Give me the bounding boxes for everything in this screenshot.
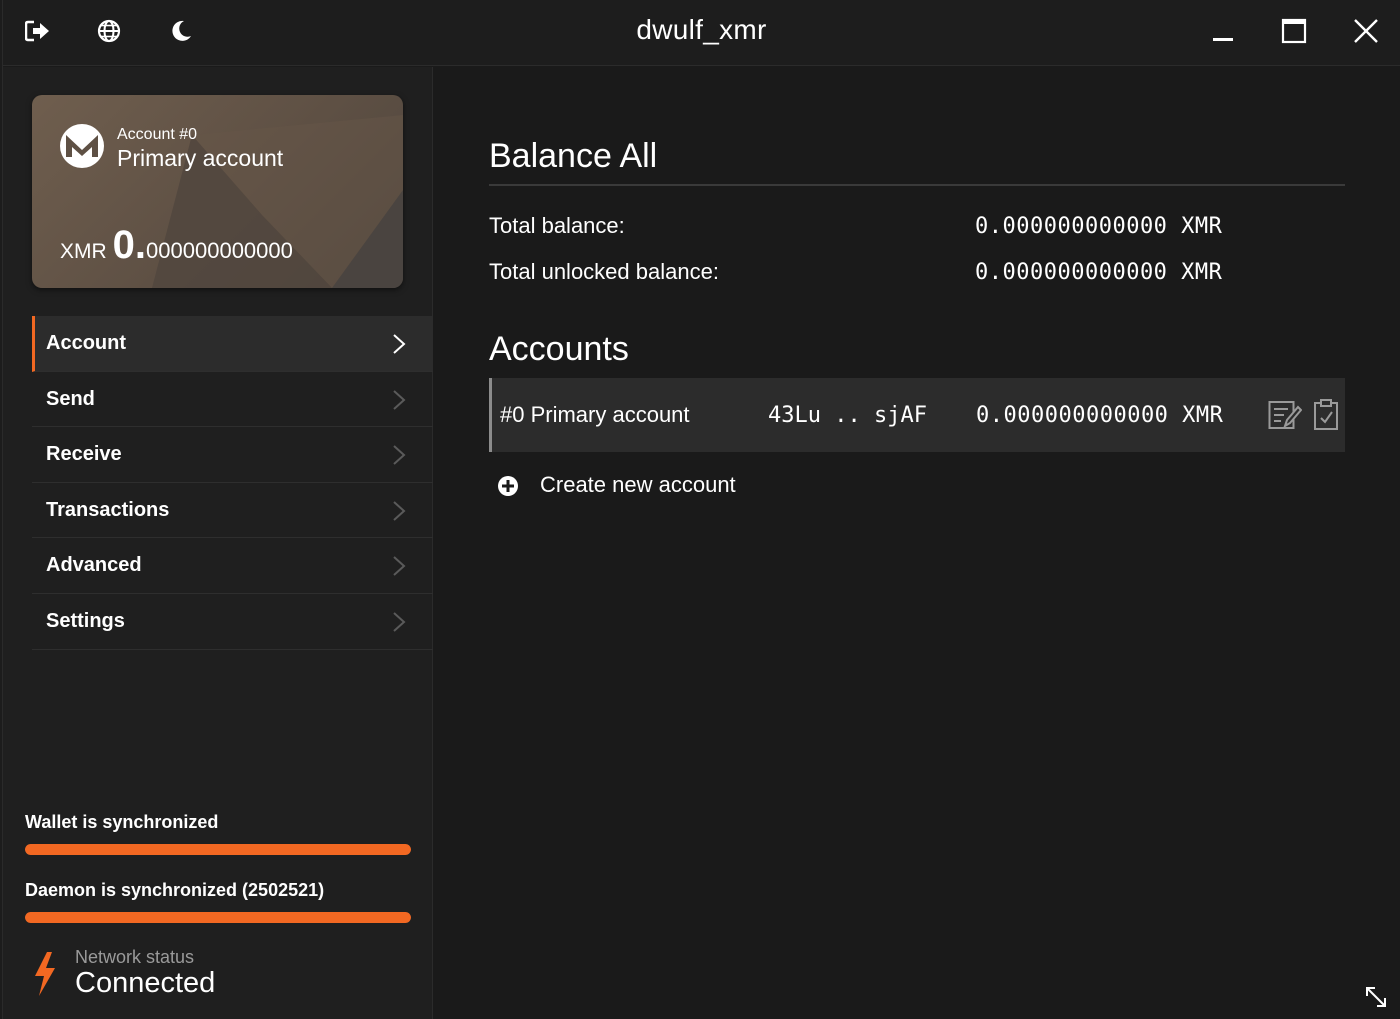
- chevron-right-icon: [393, 334, 406, 354]
- account-row-name: #0 Primary account: [500, 402, 690, 427]
- sidebar-item-settings[interactable]: Settings: [32, 594, 433, 650]
- unlocked-balance-value[interactable]: 0.000000000000 XMR: [975, 260, 1222, 285]
- edit-label-icon[interactable]: [1267, 397, 1303, 433]
- sidebar-item-label: Settings: [46, 609, 125, 632]
- network-status-value: Connected: [75, 967, 216, 999]
- add-circle-icon: [498, 476, 518, 496]
- resize-icon[interactable]: [1364, 985, 1388, 1009]
- account-row-balance: 0.000000000000 XMR: [976, 403, 1224, 428]
- sidebar-item-label: Account: [46, 332, 126, 354]
- sidebar-item-advanced[interactable]: Advanced: [32, 538, 433, 594]
- sidebar-item-transactions[interactable]: Transactions: [32, 483, 433, 539]
- card-balance-integer: 0: [112, 223, 135, 267]
- chevron-right-icon: [393, 445, 406, 465]
- card-account-name: Primary account: [117, 145, 284, 171]
- sidebar-item-account[interactable]: Account: [32, 316, 433, 372]
- chevron-right-icon: [393, 389, 406, 410]
- lightning-icon: [35, 952, 55, 996]
- window-title: dwulf_xmr: [636, 14, 767, 45]
- maximize-icon[interactable]: [1276, 14, 1312, 48]
- card-balance-decimal: 000000000000: [146, 238, 293, 263]
- card-currency: XMR: [60, 240, 107, 263]
- copy-clipboard-icon[interactable]: [1308, 397, 1344, 433]
- minimize-icon[interactable]: [1205, 14, 1241, 48]
- main-content: Balance All Total balance: 0.00000000000…: [435, 67, 1400, 1019]
- wallet-window: dwulf_xmr Account #0 Primary account XMR…: [2, 0, 1400, 1019]
- title-bar: dwulf_xmr: [3, 0, 1400, 66]
- account-row-address: 43Lu .. sjAF: [768, 403, 927, 428]
- sidebar-item-label: Transactions: [46, 498, 170, 521]
- daemon-sync-progress: [25, 912, 411, 923]
- create-account-label: Create new account: [540, 472, 736, 497]
- chevron-right-icon: [393, 556, 406, 577]
- unlocked-balance-label: Total unlocked balance:: [489, 259, 719, 284]
- sidebar-menu: Account Send Receive Transactions Advanc…: [32, 316, 433, 650]
- card-account-number: Account #0: [117, 126, 198, 143]
- wallet-sync-label: Wallet is synchronized: [25, 812, 219, 832]
- balance-divider: [489, 184, 1345, 186]
- sidebar-item-receive[interactable]: Receive: [32, 427, 433, 483]
- daemon-sync-progress-fill: [25, 912, 411, 923]
- chevron-right-icon: [393, 501, 406, 521]
- accounts-heading: Accounts: [489, 330, 629, 368]
- sidebar: Account #0 Primary account XMR 0.00000000…: [3, 67, 433, 1019]
- sidebar-item-label: Advanced: [46, 554, 142, 577]
- daemon-sync-label: Daemon is synchronized (2502521): [25, 880, 325, 900]
- sidebar-item-send[interactable]: Send: [32, 372, 433, 428]
- card-balance: XMR 0.000000000000: [60, 223, 293, 268]
- total-balance-value[interactable]: 0.000000000000 XMR: [975, 214, 1222, 239]
- chevron-right-icon: [393, 612, 406, 632]
- account-card[interactable]: Account #0 Primary account XMR 0.00000000…: [32, 95, 403, 288]
- sidebar-item-label: Send: [46, 387, 95, 410]
- account-row[interactable]: #0 Primary account 43Lu .. sjAF 0.000000…: [489, 378, 1345, 452]
- total-balance-label: Total balance:: [489, 213, 625, 238]
- wallet-sync-progress: [25, 844, 411, 855]
- sidebar-item-label: Receive: [46, 443, 122, 466]
- monero-logo-icon: [60, 124, 104, 168]
- network-status-label: Network status: [75, 947, 195, 967]
- card-balance-dot: .: [134, 223, 147, 267]
- wallet-sync-progress-fill: [25, 844, 411, 855]
- balance-heading: Balance All: [489, 137, 658, 175]
- close-icon[interactable]: [1348, 14, 1384, 48]
